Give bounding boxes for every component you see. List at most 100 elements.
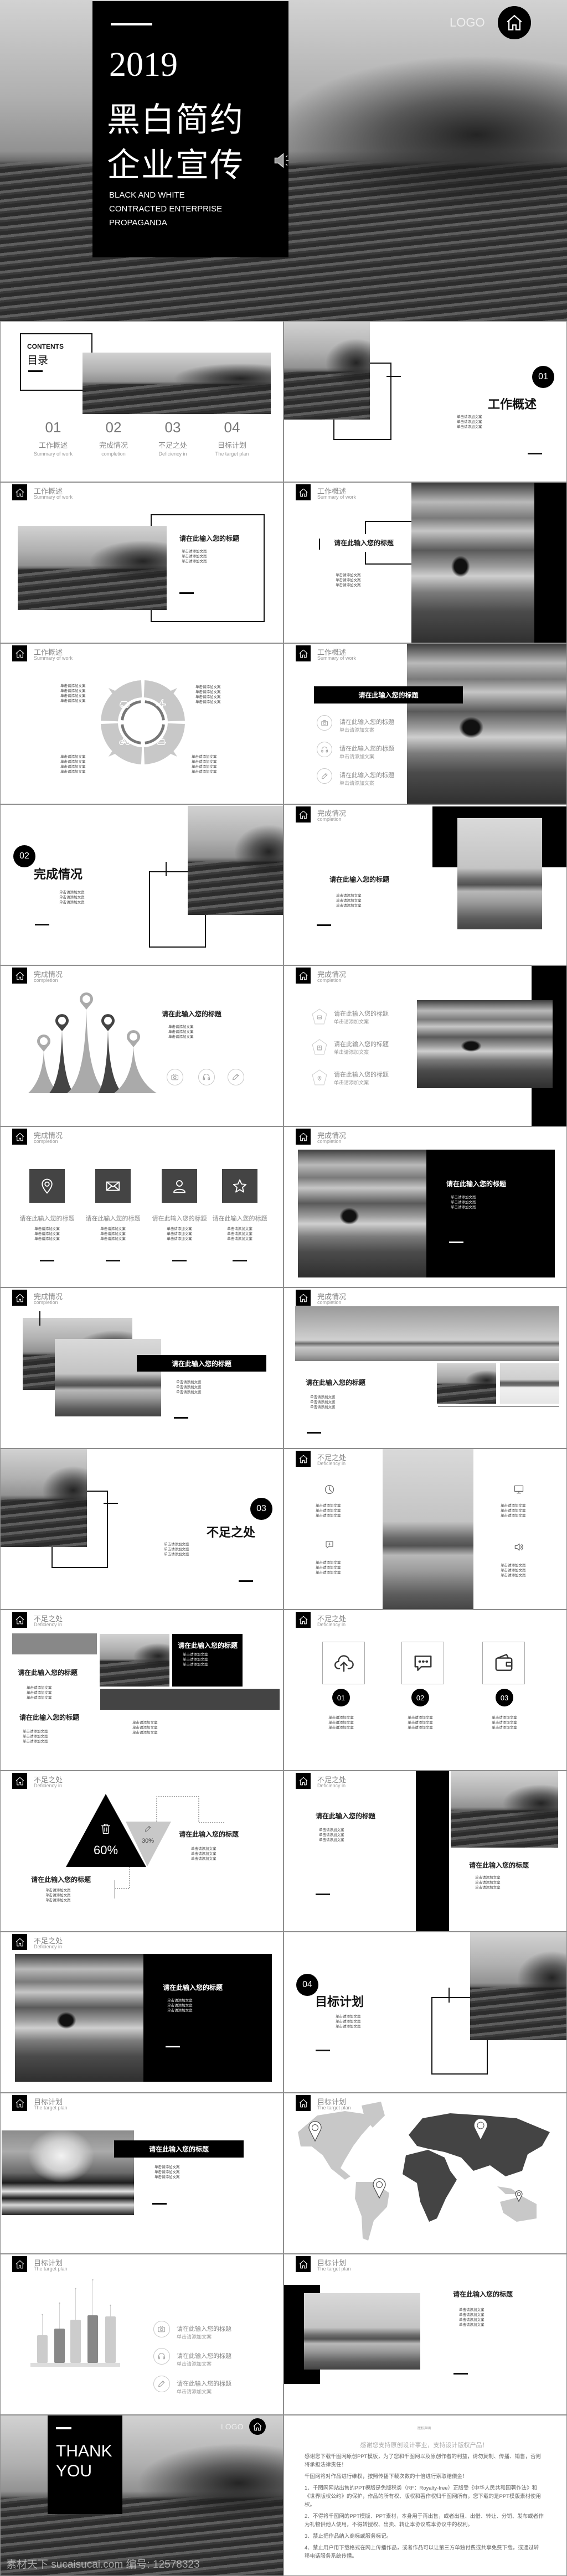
slide-heading: 请在此输入您的标题	[171, 1359, 231, 1368]
copyright-paragraph: 1、千图网网站出售的PPT模版是免版税类（RF：Royalty-free）正版受…	[305, 2485, 541, 2508]
contents-item-subtitle: completion	[101, 451, 126, 457]
home-button[interactable]	[296, 2256, 311, 2272]
feature-card[interactable]	[222, 1169, 257, 1203]
home-button[interactable]	[12, 484, 27, 500]
home-button[interactable]	[296, 484, 311, 500]
contents-item[interactable]: 03 不足之处 Deficiency in	[145, 419, 200, 457]
contents-item[interactable]: 02 完成情况 completion	[86, 419, 141, 457]
text-line: 单击请添加文案	[192, 765, 217, 769]
slide-completion-3: 完成情况 completion 请在此输入您的标题 单击请添加文案 请在此输入您的标题单…	[284, 965, 567, 1126]
photo-icon	[316, 1013, 323, 1021]
home-icon	[15, 1132, 25, 1142]
photo	[188, 806, 283, 915]
home-button[interactable]	[12, 645, 27, 661]
bike-icon	[118, 734, 131, 747]
slide-heading: 请在此输入您的标题	[19, 1215, 75, 1222]
home-button[interactable]	[12, 1612, 27, 1628]
icon-card[interactable]	[482, 1642, 525, 1684]
home-button[interactable]	[12, 1129, 27, 1145]
cover-title-line1: 黑白简约	[107, 101, 244, 138]
contents-item[interactable]: 01 工作概述 Summary of work	[25, 419, 81, 457]
home-button[interactable]	[296, 1290, 311, 1306]
contents-item-title: 完成情况	[99, 441, 128, 449]
line-decoration	[431, 1997, 470, 1998]
photo	[1, 1449, 87, 1547]
text-line: 单击请添加文案	[132, 1721, 158, 1725]
feature-card[interactable]	[95, 1169, 131, 1203]
text-line: 单击请添加文案	[100, 1227, 126, 1231]
body-text: 单击请添加文案 单击请添加文案 单击请添加文案 单击请添加文案	[60, 754, 86, 774]
slide-summary-2: 工作概述 Summary of work 请在此输入您的标题 单击请添加文案 单击请添加…	[284, 482, 567, 643]
text-line: 单击请添加文案	[167, 2009, 193, 2013]
thanks-line1: THANK	[56, 2442, 112, 2460]
text-line: 单击请添加文案	[154, 2170, 180, 2174]
section-subtitle: Summary of work	[34, 494, 73, 500]
text-line: 单击请添加文案	[227, 1237, 252, 1241]
text-line: 单击请添加文案	[167, 1237, 192, 1241]
divider	[35, 924, 49, 925]
text-line: 单击请添加文案	[492, 1721, 517, 1725]
feature-card[interactable]	[162, 1169, 197, 1203]
slide-heading: 请在此输入您的标题	[163, 1984, 223, 1992]
slide-heading: 请在此输入您的标题	[339, 719, 394, 726]
home-button[interactable]	[12, 1290, 27, 1306]
slide-summary-1: 工作概述 Summary of work 请在此输入您的标题 单击请添加文案 单击请添加…	[0, 482, 284, 643]
body-text: 单击请添加文案 单击请添加文案 单击请添加文案	[23, 1729, 48, 1744]
copyright-paragraph: 2、不得将千图网的PPT模版、PPT素材，本身用于再出售，或者出租、出借、转让、…	[305, 2513, 544, 2528]
ship-icon	[155, 734, 167, 747]
text-line: 单击请添加文案	[191, 1857, 217, 1861]
speaker-icon[interactable]	[272, 151, 292, 173]
text-line: 单击请添加文案	[316, 1514, 341, 1518]
speaker-icon	[513, 1542, 524, 1553]
home-button[interactable]	[296, 1612, 311, 1628]
home-button[interactable]	[296, 1773, 311, 1789]
text-line: 单击请添加文案	[195, 685, 221, 689]
icon-card[interactable]	[401, 1642, 444, 1684]
home-button[interactable]	[296, 806, 311, 823]
text-line: 单击请添加文案	[475, 1876, 501, 1880]
slide-heading: 请在此输入您的标题	[316, 1812, 376, 1820]
home-button[interactable]	[498, 6, 531, 39]
home-button[interactable]	[12, 1934, 27, 1950]
text-line: 单击请添加文案	[59, 891, 85, 894]
text-line: 单击请添加文案	[60, 765, 86, 769]
divider	[56, 2427, 71, 2429]
body-text: 单击请添加文案 单击请添加文案 单击请添加文案	[501, 1563, 526, 1578]
text-line: 单击请添加文案	[310, 1395, 336, 1399]
line-decoration	[39, 1311, 40, 1326]
home-button[interactable]	[249, 2418, 266, 2435]
pencil-icon	[321, 772, 328, 780]
text-line: 单击请添加文案	[60, 689, 86, 693]
monitor-icon	[513, 1484, 524, 1495]
section-subtitle: completion	[317, 816, 342, 822]
home-button[interactable]	[296, 1129, 311, 1145]
body-text: 单击请添加文案 单击请添加文案 单击请添加文案	[336, 573, 361, 588]
number-badge: 03	[250, 1498, 272, 1520]
text-line: 单击请添加文案	[459, 2308, 484, 2312]
line-decoration	[487, 2040, 488, 2075]
text-line: 单击请添加文案	[195, 695, 221, 699]
text-line: 单击请添加文案	[319, 1828, 344, 1832]
body-text: 单击请添加文案 单击请添加文案 单击请添加文案	[191, 1846, 217, 1861]
slide-section-01: 01 工作概述 单击请添加文案 单击请添加文案 单击请添加文案	[284, 321, 567, 482]
slide-copyright: 版权声明 感谢您支持原创设计事业，支持设计版权产品！ 感谢您下载千图网原创PPT模板…	[284, 2415, 567, 2576]
section-subtitle: The target plan	[34, 2105, 68, 2111]
section-heading: 完成情况	[34, 867, 83, 881]
number-badge: 02	[411, 1689, 429, 1706]
body-text: 单击请添加文案 单击请添加文案 单击请添加文案	[91, 1227, 135, 1242]
section-subtitle: Deficiency in	[34, 1622, 63, 1627]
divider	[449, 1242, 463, 1243]
text-line: 单击请添加文案	[451, 1201, 476, 1204]
contents-item[interactable]: 04 目标计划 The target plan	[204, 419, 260, 457]
percent-value-small: 30%	[141, 1838, 154, 1844]
feature-card[interactable]	[29, 1169, 65, 1203]
icon-card[interactable]	[322, 1642, 365, 1684]
home-button[interactable]	[296, 968, 311, 984]
text-line: 单击请添加文案	[183, 1658, 208, 1662]
home-button[interactable]	[12, 2095, 27, 2111]
divider	[453, 2373, 468, 2375]
section-heading: 工作概述	[488, 397, 537, 411]
home-button[interactable]	[296, 1451, 311, 1467]
home-button[interactable]	[296, 645, 311, 661]
home-icon	[15, 649, 25, 659]
